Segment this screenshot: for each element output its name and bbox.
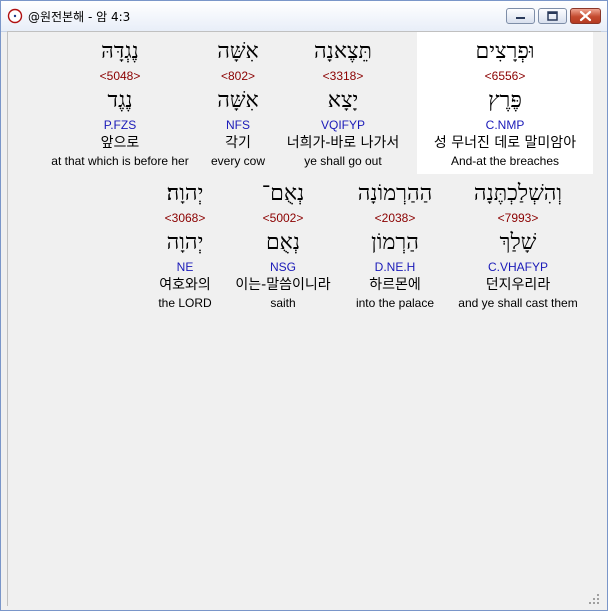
english-gloss: at that which is before her — [51, 154, 189, 168]
english-gloss: And-at the breaches — [450, 154, 560, 168]
compass-icon — [7, 8, 23, 24]
minimize-button[interactable] — [506, 8, 535, 24]
maximize-button[interactable] — [538, 8, 567, 24]
hebrew-word: וּפְרָצִים — [475, 39, 535, 64]
interlinear-panel: וּפְרָצִים <6556> פֶּרֶץ C.NMP 성 무너진 데로 … — [7, 31, 601, 606]
parsing-code: NE — [176, 260, 194, 274]
korean-gloss: 여호와의 — [159, 277, 211, 293]
close-button[interactable] — [570, 8, 601, 24]
close-icon — [579, 10, 592, 22]
word-cell[interactable]: נֶגְדָּהּ <5048> נֶגֶד P.FZS 앞으로 at that… — [35, 36, 205, 169]
korean-gloss: 성 무너진 데로 말미암아 — [433, 135, 577, 151]
resize-grip-icon[interactable] — [588, 593, 600, 605]
english-gloss: the LORD — [158, 296, 212, 310]
korean-gloss: 앞으로 — [100, 135, 140, 151]
strong-number-link[interactable]: <5048> — [35, 68, 205, 84]
word-cell[interactable]: וּפְרָצִים <6556> פֶּרֶץ C.NMP 성 무너진 데로 … — [420, 36, 590, 169]
title-bar[interactable]: @원전본해 - 암 4:3 — [1, 1, 607, 32]
window-title: @원전본해 - 암 4:3 — [28, 10, 131, 24]
strong-number-link[interactable]: <3068> — [100, 210, 270, 226]
maximize-icon — [547, 11, 558, 21]
parsing-code: P.FZS — [103, 118, 137, 132]
minimize-icon — [516, 17, 525, 19]
hebrew-root: נֶגֶד — [107, 88, 133, 113]
hebrew-word: יְהוָה׃ — [166, 181, 204, 206]
parsing-code: C.NMP — [485, 118, 525, 132]
strong-number-link[interactable]: <6556> — [420, 68, 590, 84]
hebrew-root: פֶּרֶץ — [488, 88, 522, 113]
word-cell[interactable]: יְהוָה׃ <3068> יְהוָה NE 여호와의 the LORD — [100, 178, 270, 311]
app-window: @원전본해 - 암 4:3 וּפְרָצִים <6556> פֶּרֶץ C… — [0, 0, 608, 611]
hebrew-word: נֶגְדָּהּ — [101, 39, 139, 64]
hebrew-root: יְהוָה — [166, 230, 204, 255]
